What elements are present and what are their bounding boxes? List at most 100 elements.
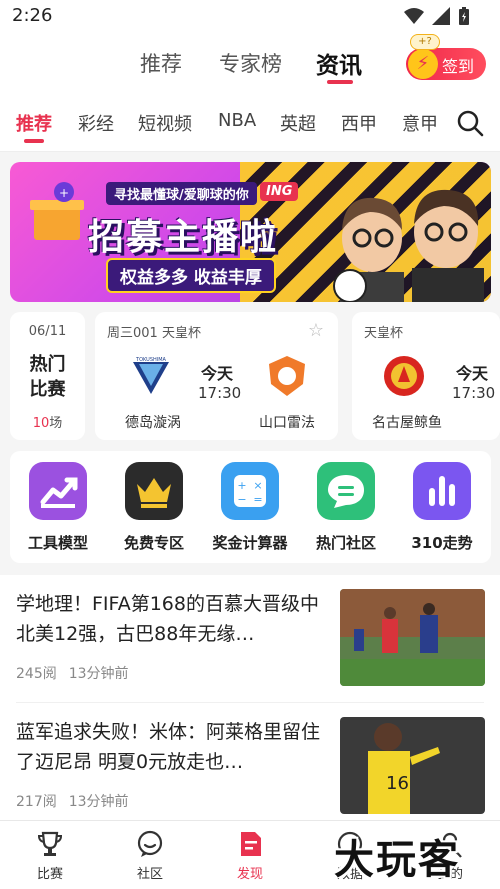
hot-matches-count-number: 10 — [32, 416, 50, 431]
match-home-team: 名古屋鲸鱼 — [372, 415, 442, 431]
trophy-icon — [35, 829, 65, 859]
status-time: 2:26 — [12, 5, 53, 26]
match-day: 今天 — [456, 364, 489, 383]
discover-icon — [235, 829, 265, 859]
nav-label: 发现 — [236, 867, 263, 882]
chat-bubble-icon — [317, 462, 375, 520]
hot-matches-card[interactable]: 06/11 热门 比赛 10场 — [10, 312, 85, 440]
news-title: 蓝军追求失败！米体：阿莱格里留住了迈尼昂 明夏0元放走也… — [16, 721, 321, 773]
nav-label: 比赛 — [36, 867, 63, 882]
top-tabs: 推荐 专家榜 资讯 ⚡ 签到 +? — [0, 34, 500, 94]
shortcut-free-zone[interactable]: 免费专区 — [106, 462, 202, 553]
team-logo-nagoya — [384, 356, 424, 396]
news-title: 学地理！FIFA第168的百慕大晋级中北美12强，古巴88年无缘… — [16, 593, 319, 645]
banner-title: 招募主播啦 — [88, 217, 279, 258]
status-icons — [404, 6, 470, 26]
match-away-team: 山口雷法 — [259, 415, 315, 431]
battery-icon — [459, 7, 469, 25]
status-bar: 2:26 — [0, 0, 500, 34]
news-time: 13分钟前 — [68, 794, 129, 810]
top-tab-experts[interactable]: 专家榜 — [219, 48, 282, 78]
match-card[interactable]: 天皇杯 名古屋鲸鱼 今天 17:30 — [352, 312, 500, 440]
hot-matches-count-unit: 场 — [49, 416, 63, 431]
cat-tab-premier-league[interactable]: 英超 — [280, 110, 316, 136]
shortcut-310-trend[interactable]: 310走势 — [394, 462, 490, 553]
lightning-icon: ⚡ — [408, 49, 438, 79]
match-card[interactable]: 周三001 天皇杯 ☆ TOKUSHIMA 德岛漩涡 今天 17:30 山口雷法 — [95, 312, 338, 440]
shortcut-grid: 工具模型 免费专区 + × − = 奖金计算器 热门社区 310走势 — [10, 451, 491, 563]
shortcut-label: 奖金计算器 — [212, 534, 288, 552]
shortcut-hot-community[interactable]: 热门社区 — [298, 462, 394, 553]
wifi-icon — [404, 8, 424, 24]
news-reads: 217阅 — [16, 794, 57, 810]
match-league: 天皇杯 — [364, 326, 404, 341]
svg-text:−: − — [237, 493, 246, 506]
bar-chart-icon — [413, 462, 471, 520]
shortcut-bonus-calculator[interactable]: + × − = 奖金计算器 — [202, 462, 298, 553]
category-tabs: 推荐 彩经 短视频 NBA 英超 西甲 意甲 — [0, 94, 500, 152]
news-item[interactable]: 蓝军追求失败！米体：阿莱格里留住了迈尼昂 明夏0元放走也… 217阅 13分钟前 … — [0, 703, 500, 823]
cat-tab-short-video[interactable]: 短视频 — [138, 110, 192, 136]
hosts-illustration — [333, 189, 484, 302]
match-day: 今天 — [201, 364, 234, 383]
nav-matches[interactable]: 比赛 — [10, 829, 90, 882]
news-reads: 245阅 — [16, 666, 57, 682]
banner-tagline: 权益多多 收益丰厚 — [106, 258, 276, 293]
svg-text:TOKUSHIMA: TOKUSHIMA — [135, 357, 167, 363]
sign-in-badge: +? — [410, 34, 440, 50]
banner-subtitle: 寻找最懂球/爱聊球的你 — [106, 182, 257, 205]
svg-text:+: + — [59, 186, 69, 200]
hot-matches-title-line2: 比赛 — [29, 379, 66, 400]
top-tab-indicator — [327, 80, 353, 84]
match-time: 17:30 — [198, 384, 242, 402]
chat-icon — [135, 829, 165, 859]
search-icon[interactable] — [455, 108, 485, 138]
shortcut-tool-model[interactable]: 工具模型 — [10, 462, 106, 553]
sign-in-button[interactable]: ⚡ 签到 — [406, 48, 486, 80]
nav-discover[interactable]: 发现 — [210, 829, 290, 882]
gift-box-icon: + — [30, 182, 84, 240]
nav-label: 社区 — [136, 867, 163, 882]
crown-icon — [125, 462, 183, 520]
match-time: 17:30 — [452, 384, 496, 402]
news-item[interactable]: 学地理！FIFA第168的百慕大晋级中北美12强，古巴88年无缘… 245阅 13… — [0, 575, 500, 703]
news-meta: 217阅 13分钟前 — [16, 791, 141, 811]
bottom-nav: 比赛 社区 发现 数据 我的 大玩客 — [0, 820, 500, 889]
cat-tab-recommend[interactable]: 推荐 — [16, 110, 52, 136]
favorite-star-icon[interactable]: ☆ — [308, 320, 324, 341]
match-home-team: 德岛漩涡 — [125, 415, 181, 431]
team-logo-renofa — [269, 356, 305, 396]
svg-text:+: + — [237, 479, 246, 492]
cat-tab-serie-a[interactable]: 意甲 — [402, 110, 438, 136]
sign-in-label: 签到 — [442, 57, 475, 76]
match-league: 周三001 天皇杯 — [107, 326, 201, 341]
cat-tab-lottery[interactable]: 彩经 — [78, 110, 114, 136]
cat-tab-indicator — [24, 139, 44, 143]
hot-matches: 06/11 热门 比赛 10场 周三001 天皇杯 ☆ TOKUSHIMA 德岛… — [0, 312, 500, 442]
nav-community[interactable]: 社区 — [110, 829, 190, 882]
news-meta: 245阅 13分钟前 — [16, 663, 141, 683]
shortcut-label: 热门社区 — [315, 534, 376, 552]
hot-matches-count: 10场 — [10, 412, 85, 431]
shortcut-label: 310走势 — [411, 534, 473, 552]
signal-icon — [432, 7, 450, 25]
team-logo-tokushima: TOKUSHIMA — [133, 357, 169, 394]
chart-trend-icon — [29, 462, 87, 520]
top-tab-recommend[interactable]: 推荐 — [140, 48, 182, 78]
calculator-icon: + × − = — [221, 462, 279, 520]
svg-text:=: = — [253, 493, 262, 506]
banner-badge: ING — [260, 182, 299, 201]
top-tab-news[interactable]: 资讯 — [316, 46, 362, 80]
hot-matches-title: 热门 比赛 — [10, 352, 85, 402]
watermark: 大玩客 — [334, 837, 460, 883]
news-thumbnail: 16 — [340, 717, 485, 814]
promo-banner[interactable]: + 寻找最懂球/爱聊球的你 ING 招募主播啦 权益多多 收益丰厚 — [10, 162, 491, 302]
hot-matches-title-line1: 热门 — [29, 354, 66, 375]
cat-tab-la-liga[interactable]: 西甲 — [341, 110, 377, 136]
news-time: 13分钟前 — [68, 666, 129, 682]
news-feed: 学地理！FIFA第168的百慕大晋级中北美12强，古巴88年无缘… 245阅 13… — [0, 575, 500, 820]
svg-text:×: × — [253, 479, 262, 492]
cat-tab-nba[interactable]: NBA — [218, 110, 256, 131]
svg-text:16: 16 — [386, 773, 409, 794]
shortcut-label: 工具模型 — [27, 534, 88, 552]
